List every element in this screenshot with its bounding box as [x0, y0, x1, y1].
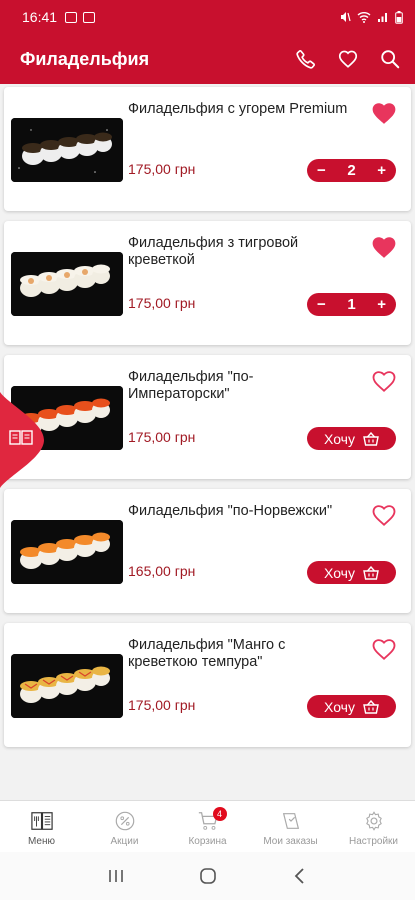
increase-button[interactable]: + [377, 159, 386, 182]
product-photo [11, 252, 123, 316]
wifi-icon [357, 12, 371, 23]
product-card[interactable]: Филадельфия з тигровой креветкой 175,00 … [4, 221, 411, 345]
page-title: Филадельфия [20, 48, 150, 69]
cart-icon-wrap: 4 [197, 807, 227, 832]
product-list[interactable]: Филадельфия с угорем Premium 175,00 грн … [0, 84, 415, 800]
product-photo [11, 520, 123, 584]
nav-label: Мои заказы [263, 836, 318, 847]
mute-icon [341, 12, 351, 22]
add-to-cart-label: Хочу [324, 564, 355, 581]
product-price: 165,00 грн [128, 563, 196, 579]
quantity-stepper[interactable]: − 2 + [307, 159, 396, 182]
cart-badge: 4 [212, 807, 227, 821]
nav-item-settings[interactable]: Настройки [332, 801, 415, 852]
quantity-value: 1 [347, 296, 356, 313]
product-price: 175,00 грн [128, 161, 196, 177]
product-card[interactable]: Филадельфия "по-Норвежски" 165,00 грн Хо… [4, 489, 411, 613]
product-card[interactable]: Филадельфия с угорем Premium 175,00 грн … [4, 87, 411, 211]
product-name[interactable]: Филадельфия с угорем Premium [128, 101, 348, 118]
catalog-side-tab[interactable] [0, 392, 44, 488]
product-card[interactable]: Филадельфия "Манго с креветкою темпура" … [4, 623, 411, 747]
nav-label: Корзина [188, 836, 227, 847]
add-to-cart-button[interactable]: Хочу [307, 427, 396, 450]
gallery-icon [65, 11, 78, 23]
orders-icon [282, 813, 299, 829]
product-name[interactable]: Филадельфия "Манго с креветкою темпура" [128, 637, 348, 671]
heart-outline-icon[interactable] [371, 637, 397, 661]
percent-icon [115, 811, 134, 831]
decrease-button[interactable]: − [317, 293, 326, 316]
basket-icon [363, 431, 379, 446]
nav-item-cart[interactable]: 4 Корзина [166, 801, 249, 852]
recent-apps-icon[interactable] [107, 867, 125, 885]
signal-icon [378, 13, 387, 22]
basket-icon [363, 565, 379, 580]
bottom-navigation: Меню Акции 4 Корзина Мои заказы Настройк… [0, 800, 415, 852]
system-navigation-bar [0, 852, 415, 900]
nav-label: Меню [27, 836, 56, 847]
product-photo [11, 654, 123, 718]
product-photo [11, 118, 123, 182]
phone-icon[interactable] [295, 48, 317, 70]
app-bar: Филадельфия [0, 34, 415, 84]
quantity-value: 2 [347, 162, 356, 179]
back-icon[interactable] [291, 867, 309, 885]
product-price: 175,00 грн [128, 697, 196, 713]
product-name[interactable]: Филадельфия "по-Императорски" [128, 369, 348, 403]
home-icon[interactable] [198, 866, 218, 886]
add-to-cart-label: Хочу [324, 698, 355, 715]
product-price: 175,00 грн [128, 295, 196, 311]
app-notification-icon [83, 11, 96, 23]
product-name[interactable]: Филадельфия "по-Норвежски" [128, 503, 348, 520]
battery-icon [395, 10, 403, 24]
heart-filled-icon[interactable] [371, 101, 397, 125]
nav-item-menu[interactable]: Меню [0, 801, 83, 852]
favorites-heart-icon[interactable] [337, 48, 359, 70]
search-icon[interactable] [379, 48, 401, 70]
add-to-cart-label: Хочу [324, 430, 355, 447]
product-name[interactable]: Филадельфия з тигровой креветкой [128, 235, 348, 269]
heart-outline-icon[interactable] [371, 369, 397, 393]
status-bar: 16:41 [0, 0, 415, 34]
decrease-button[interactable]: − [317, 159, 326, 182]
increase-button[interactable]: + [377, 293, 386, 316]
add-to-cart-button[interactable]: Хочу [307, 695, 396, 718]
nav-item-orders[interactable]: Мои заказы [249, 801, 332, 852]
product-card[interactable]: Филадельфия "по-Императорски" 175,00 грн… [4, 355, 411, 479]
heart-filled-icon[interactable] [371, 235, 397, 259]
heart-outline-icon[interactable] [371, 503, 397, 527]
nav-item-promotions[interactable]: Акции [83, 801, 166, 852]
add-to-cart-button[interactable]: Хочу [307, 561, 396, 584]
status-time: 16:41 [22, 9, 58, 25]
menu-book-icon [30, 812, 53, 830]
nav-label: Акции [110, 836, 139, 847]
nav-label: Настройки [348, 836, 399, 847]
basket-icon [363, 699, 379, 714]
quantity-stepper[interactable]: − 1 + [307, 293, 396, 316]
gear-icon [365, 811, 382, 831]
product-price: 175,00 грн [128, 429, 196, 445]
